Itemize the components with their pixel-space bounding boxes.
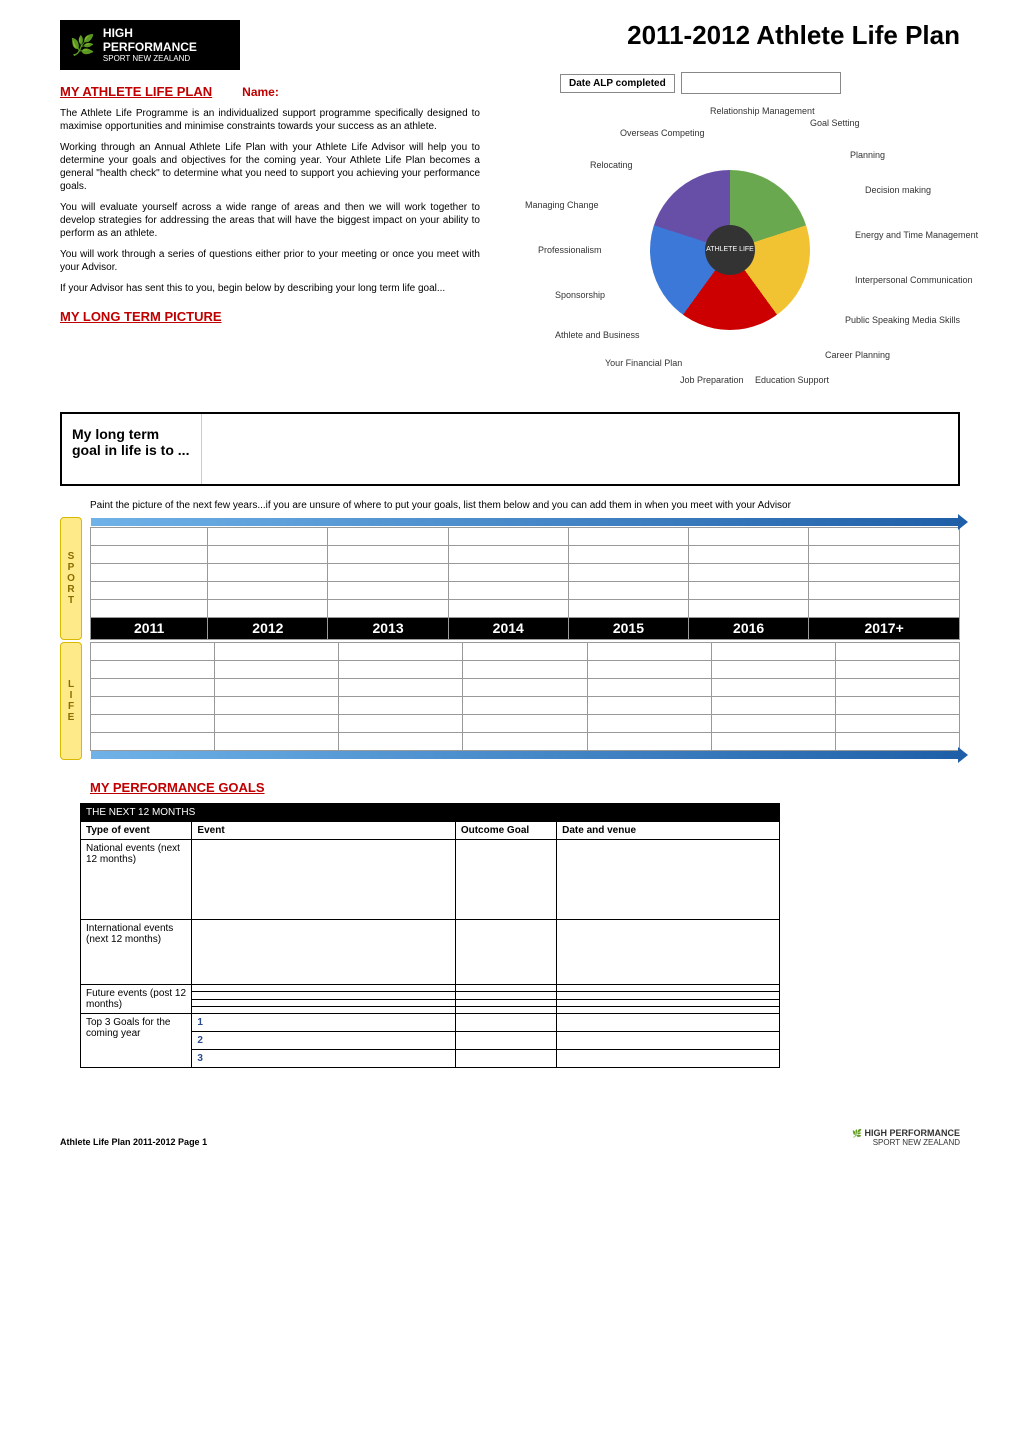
table-cell[interactable] bbox=[557, 999, 780, 1006]
paint-picture-instruction: Paint the picture of the next few years.… bbox=[90, 500, 960, 511]
section-performance-title: MY PERFORMANCE GOALS bbox=[90, 780, 960, 795]
life-side-tag: LIFE bbox=[60, 642, 82, 761]
intro-p4: You will work through a series of questi… bbox=[60, 248, 480, 274]
year-cell: 2011 bbox=[91, 617, 208, 639]
table-cell[interactable] bbox=[455, 840, 556, 920]
table-cell[interactable] bbox=[557, 920, 780, 985]
athlete-life-wheel-diagram: ATHLETE LIFE Relationship Management Goa… bbox=[520, 100, 940, 400]
row-top3-label: Top 3 Goals for the coming year bbox=[81, 1014, 192, 1068]
long-term-goal-box: My long term goal in life is to ... bbox=[60, 412, 960, 486]
long-term-goal-input[interactable] bbox=[202, 414, 958, 484]
table-cell[interactable] bbox=[192, 920, 455, 985]
table-cell[interactable] bbox=[192, 992, 455, 999]
wheel-item: Relationship Management bbox=[710, 106, 815, 116]
wheel-item: Relocating bbox=[590, 160, 633, 170]
wheel-item: Job Preparation bbox=[680, 375, 744, 385]
table-cell[interactable] bbox=[455, 992, 556, 999]
footer-page-text: Athlete Life Plan 2011-2012 Page 1 bbox=[60, 1137, 207, 1147]
table-cell[interactable] bbox=[557, 1050, 780, 1068]
goal-num-3: 3 bbox=[197, 1053, 203, 1064]
row-future-label: Future events (post 12 months) bbox=[81, 985, 192, 1014]
goal-num-2: 2 bbox=[197, 1035, 203, 1046]
timeline-arrow-icon bbox=[91, 751, 960, 759]
table-cell[interactable] bbox=[455, 1050, 556, 1068]
table-cell[interactable] bbox=[557, 840, 780, 920]
logo-main-text: HIGH PERFORMANCE bbox=[103, 27, 230, 53]
intro-p5: If your Advisor has sent this to you, be… bbox=[60, 282, 480, 295]
wheel-item: Decision making bbox=[865, 185, 931, 195]
table-cell[interactable] bbox=[557, 992, 780, 999]
year-cell: 2012 bbox=[208, 617, 328, 639]
table-cell[interactable] bbox=[557, 1006, 780, 1013]
col-outcome-header: Outcome Goal bbox=[455, 822, 556, 840]
col-event-header: Event bbox=[192, 822, 455, 840]
section-long-picture-title: MY LONG TERM PICTURE bbox=[60, 309, 480, 324]
wheel-center-label: ATHLETE LIFE bbox=[705, 225, 755, 275]
intro-p1: The Athlete Life Programme is an individ… bbox=[60, 107, 480, 133]
wheel-item: Sponsorship bbox=[555, 290, 605, 300]
fern-icon: 🌿 bbox=[70, 33, 95, 58]
year-cell: 2015 bbox=[568, 617, 688, 639]
table-cell[interactable] bbox=[192, 1006, 455, 1013]
goal-num-1: 1 bbox=[197, 1017, 203, 1028]
wheel-chart: ATHLETE LIFE bbox=[650, 170, 810, 330]
sport-timeline-grid[interactable]: 2011 2012 2013 2014 2015 2016 2017+ bbox=[90, 517, 960, 640]
table-cell[interactable] bbox=[192, 985, 455, 992]
footer-logo-sub: SPORT NEW ZEALAND bbox=[873, 1138, 960, 1147]
section-plan-title: MY ATHLETE LIFE PLAN bbox=[60, 84, 212, 99]
performance-goals-table[interactable]: THE NEXT 12 MONTHS Type of event Event O… bbox=[80, 803, 780, 1068]
wheel-item: Planning bbox=[850, 150, 885, 160]
intro-p3: You will evaluate yourself across a wide… bbox=[60, 201, 480, 240]
col-date-header: Date and venue bbox=[557, 822, 780, 840]
row-international-label: International events (next 12 months) bbox=[81, 920, 192, 985]
date-completed-input[interactable] bbox=[681, 72, 841, 94]
year-cell: 2017+ bbox=[809, 617, 960, 639]
wheel-item: Athlete and Business bbox=[555, 330, 640, 340]
col-type-header: Type of event bbox=[81, 822, 192, 840]
wheel-item: Energy and Time Management bbox=[855, 230, 978, 240]
table-cell[interactable] bbox=[455, 1032, 556, 1050]
row-national-label: National events (next 12 months) bbox=[81, 840, 192, 920]
name-label: Name: bbox=[242, 85, 279, 99]
table-cell[interactable] bbox=[557, 1014, 780, 1032]
year-cell: 2016 bbox=[689, 617, 809, 639]
date-completed-label: Date ALP completed bbox=[560, 74, 675, 93]
intro-p2: Working through an Annual Athlete Life P… bbox=[60, 141, 480, 193]
year-cell: 2013 bbox=[328, 617, 448, 639]
table-cell[interactable] bbox=[455, 920, 556, 985]
fern-icon: 🌿 bbox=[852, 1129, 862, 1138]
wheel-item: Overseas Competing bbox=[620, 128, 705, 138]
org-logo: 🌿 HIGH PERFORMANCE SPORT NEW ZEALAND bbox=[60, 20, 240, 70]
sport-side-tag: SPORT bbox=[60, 517, 82, 640]
table-cell[interactable] bbox=[455, 1006, 556, 1013]
wheel-item: Your Financial Plan bbox=[605, 358, 682, 368]
table-cell[interactable] bbox=[455, 999, 556, 1006]
timeline-arrow-icon bbox=[91, 518, 960, 526]
long-term-goal-label: My long term goal in life is to ... bbox=[62, 414, 202, 484]
wheel-item: Education Support bbox=[755, 375, 829, 385]
table-cell[interactable] bbox=[192, 840, 455, 920]
wheel-item: Interpersonal Communication bbox=[855, 275, 973, 285]
table-cell[interactable] bbox=[455, 985, 556, 992]
wheel-item: Goal Setting bbox=[810, 118, 860, 128]
wheel-item: Public Speaking Media Skills bbox=[845, 315, 960, 325]
table-cell[interactable] bbox=[557, 985, 780, 992]
table-cell[interactable] bbox=[557, 1032, 780, 1050]
wheel-item: Professionalism bbox=[538, 245, 602, 255]
footer-logo: 🌿 HIGH PERFORMANCE SPORT NEW ZEALAND bbox=[852, 1128, 960, 1147]
logo-sub-text: SPORT NEW ZEALAND bbox=[103, 54, 230, 63]
perf-banner: THE NEXT 12 MONTHS bbox=[81, 804, 780, 822]
table-cell[interactable] bbox=[455, 1014, 556, 1032]
wheel-item: Managing Change bbox=[525, 200, 599, 210]
intro-text-block: The Athlete Life Programme is an individ… bbox=[60, 107, 480, 295]
footer-logo-main: HIGH PERFORMANCE bbox=[864, 1128, 960, 1138]
wheel-item: Career Planning bbox=[825, 350, 890, 360]
table-cell[interactable] bbox=[192, 999, 455, 1006]
document-title: 2011-2012 Athlete Life Plan bbox=[627, 20, 960, 51]
life-timeline-grid[interactable] bbox=[90, 642, 960, 761]
year-cell: 2014 bbox=[448, 617, 568, 639]
